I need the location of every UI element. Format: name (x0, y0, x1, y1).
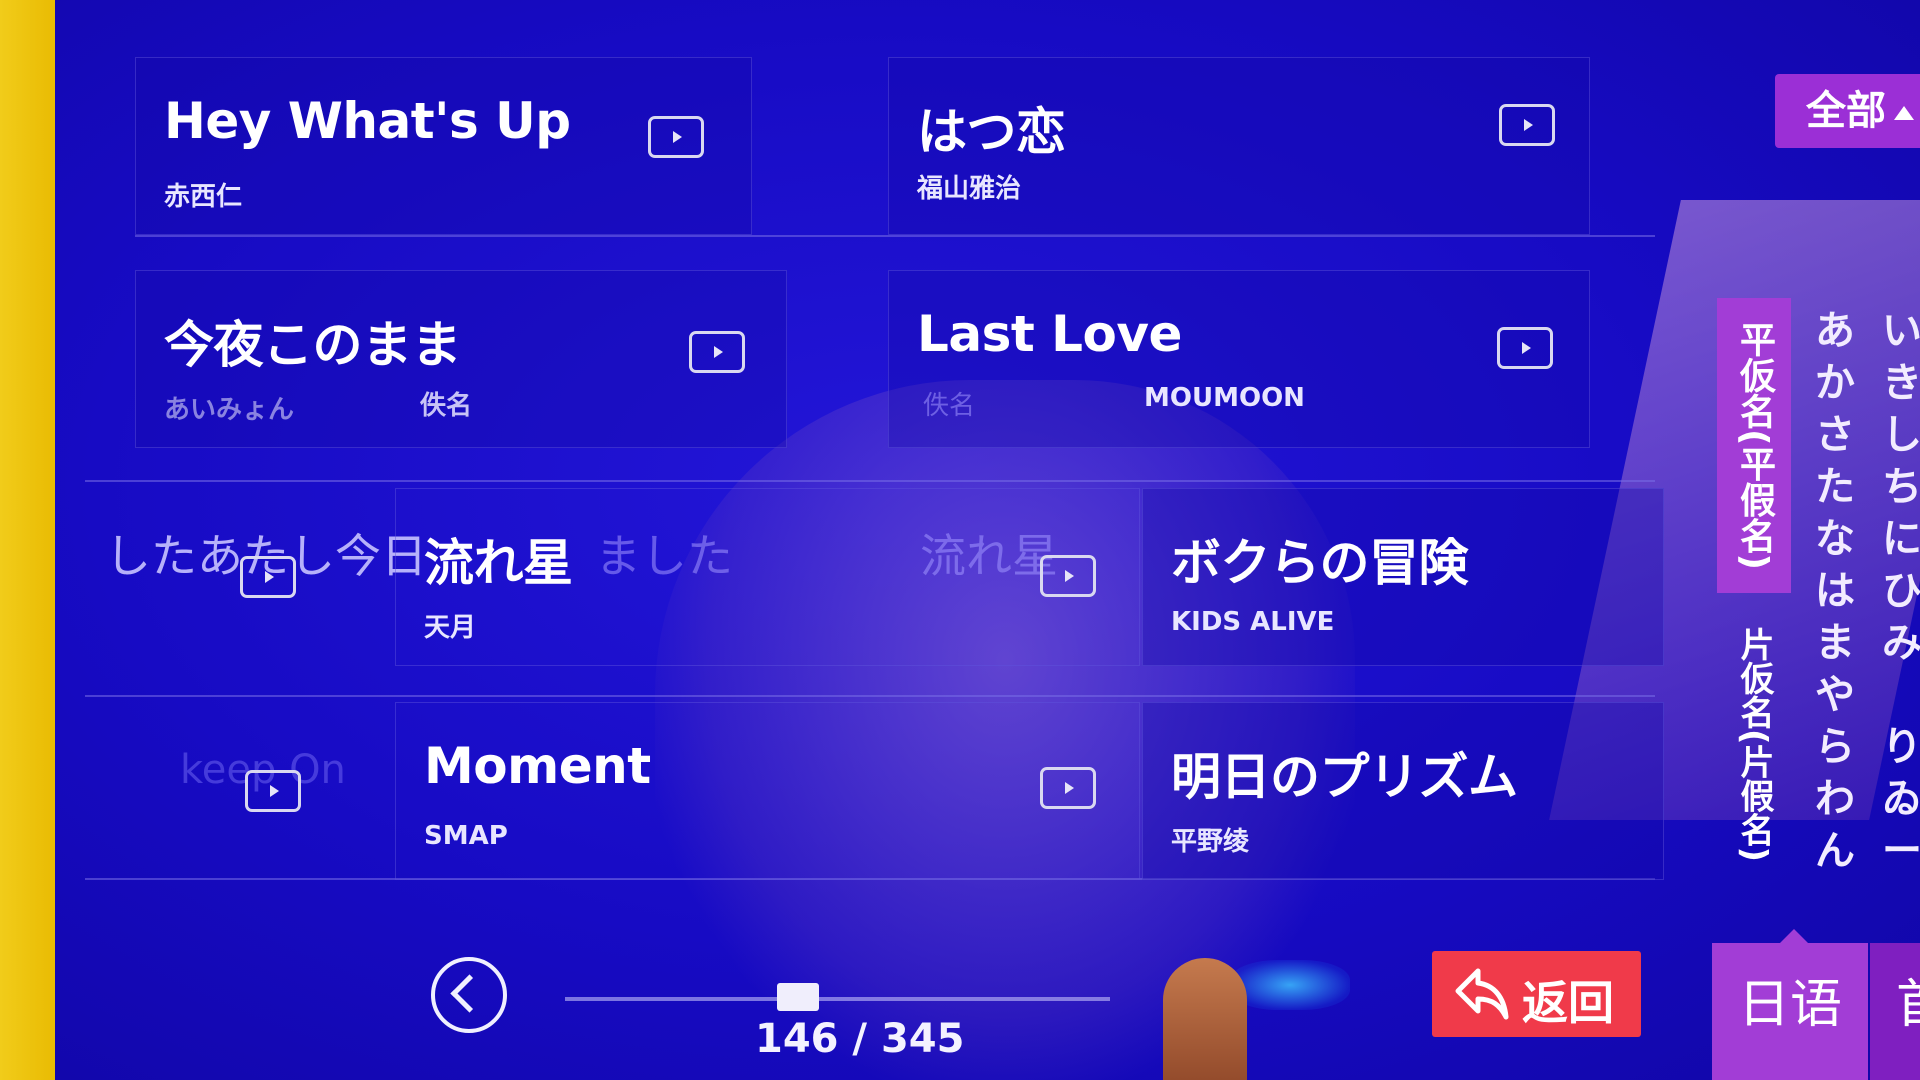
filter-all-button[interactable]: 全部 (1775, 74, 1920, 148)
song-artist: MOUMOON (1144, 383, 1305, 413)
song-card[interactable]: 流れ星 天月 (395, 488, 1140, 666)
song-title: Moment (424, 737, 651, 795)
song-title: 今夜このまま (164, 316, 462, 374)
ghost-artist-label: 佚名 (923, 391, 976, 421)
play-preview-icon[interactable] (689, 331, 745, 373)
row-divider (135, 235, 1655, 237)
return-label: 返回 (1522, 976, 1614, 1030)
kana-key[interactable]: い (1867, 305, 1920, 357)
song-artist: 平野绫 (1171, 827, 1250, 857)
return-button[interactable]: 返回 (1432, 951, 1641, 1037)
kana-key[interactable]: な (1800, 513, 1870, 565)
kana-key[interactable]: あ (1800, 305, 1870, 357)
kana-key[interactable]: さ (1800, 409, 1870, 461)
kana-key[interactable]: ゐ (1867, 773, 1920, 825)
play-preview-icon[interactable] (1040, 555, 1096, 597)
song-card[interactable]: ボクらの冒険 KIDS ALIVE (1142, 488, 1664, 666)
play-preview-icon[interactable] (240, 556, 296, 598)
caret-up-icon (1894, 106, 1914, 120)
tab-first-letter[interactable]: 首拼 (1870, 943, 1920, 1080)
song-title: 流れ星 (424, 534, 573, 592)
karaoke-screen: Hey What's Up 赤西仁 はつ恋 福山雅治 今夜このまま あいみょん … (55, 0, 1920, 1080)
kana-key[interactable]: り (1867, 721, 1920, 773)
song-card[interactable]: はつ恋 福山雅治 (888, 57, 1590, 235)
return-arrow-icon (1455, 968, 1509, 1020)
kana-key[interactable]: や (1800, 669, 1870, 721)
kana-key[interactable]: ー (1867, 825, 1920, 877)
filter-all-label: 全部 (1806, 88, 1886, 134)
song-card[interactable]: 明日のプリズム 平野绫 (1142, 702, 1664, 880)
song-card[interactable]: Moment SMAP (395, 702, 1140, 880)
kana-key[interactable]: に (1867, 513, 1920, 565)
kana-key[interactable] (1867, 669, 1920, 721)
song-title: Hey What's Up (164, 92, 571, 150)
hiragana-tab[interactable]: 平仮名(平假名) (1717, 298, 1791, 593)
kana-key[interactable]: ひ (1867, 565, 1920, 617)
kana-key[interactable]: き (1867, 357, 1920, 409)
finger-photo (1163, 958, 1247, 1080)
play-preview-icon[interactable] (245, 770, 301, 812)
bezel-edge (0, 0, 62, 1080)
song-artist: 赤西仁 (164, 182, 243, 212)
kana-key[interactable]: は (1800, 565, 1870, 617)
row-divider (85, 695, 1655, 697)
song-card[interactable]: Hey What's Up 赤西仁 (135, 57, 752, 235)
song-artist: あいみょん (164, 395, 295, 425)
kana-key[interactable]: ま (1800, 617, 1870, 669)
kana-index-column: い き し ち に ひ み り ゐ ー (1867, 305, 1920, 877)
play-preview-icon[interactable] (1499, 104, 1555, 146)
song-title: ボクらの冒険 (1171, 534, 1469, 592)
kana-index-column: あ か さ た な は ま や ら わ ん (1800, 305, 1870, 877)
ghost-artist-label: 佚名 (420, 391, 473, 421)
song-card[interactable]: Last Love MOUMOON (888, 270, 1590, 448)
kana-key[interactable]: わ (1800, 773, 1870, 825)
song-artist: 福山雅治 (917, 174, 1022, 204)
kana-key[interactable]: ち (1867, 461, 1920, 513)
play-preview-icon[interactable] (648, 116, 704, 158)
song-artist: KIDS ALIVE (1171, 607, 1335, 637)
kana-key[interactable]: み (1867, 617, 1920, 669)
song-title: 明日のプリズム (1171, 748, 1518, 806)
touch-glow (1230, 960, 1350, 1010)
kana-key[interactable]: た (1800, 461, 1870, 513)
page-slider-thumb[interactable] (777, 983, 820, 1011)
kana-key[interactable]: か (1800, 357, 1870, 409)
kana-key[interactable]: ん (1800, 825, 1870, 877)
prev-page-button[interactable] (431, 957, 507, 1033)
song-artist: 天月 (424, 613, 477, 643)
kana-key[interactable]: し (1867, 409, 1920, 461)
row-divider (85, 480, 1655, 482)
kana-key[interactable]: ら (1800, 721, 1870, 773)
song-artist: SMAP (424, 821, 508, 851)
chevron-left-icon (450, 974, 489, 1013)
page-indicator: 146 / 345 (755, 1016, 965, 1062)
play-preview-icon[interactable] (1497, 327, 1553, 369)
play-preview-icon[interactable] (1040, 767, 1096, 809)
song-title: Last Love (917, 305, 1182, 363)
page-slider-track[interactable] (565, 997, 1110, 1001)
song-title: はつ恋 (917, 103, 1066, 161)
tab-japanese[interactable]: 日语 (1712, 929, 1868, 1080)
katakana-tab[interactable]: 片仮名(片假名) (1717, 610, 1791, 880)
